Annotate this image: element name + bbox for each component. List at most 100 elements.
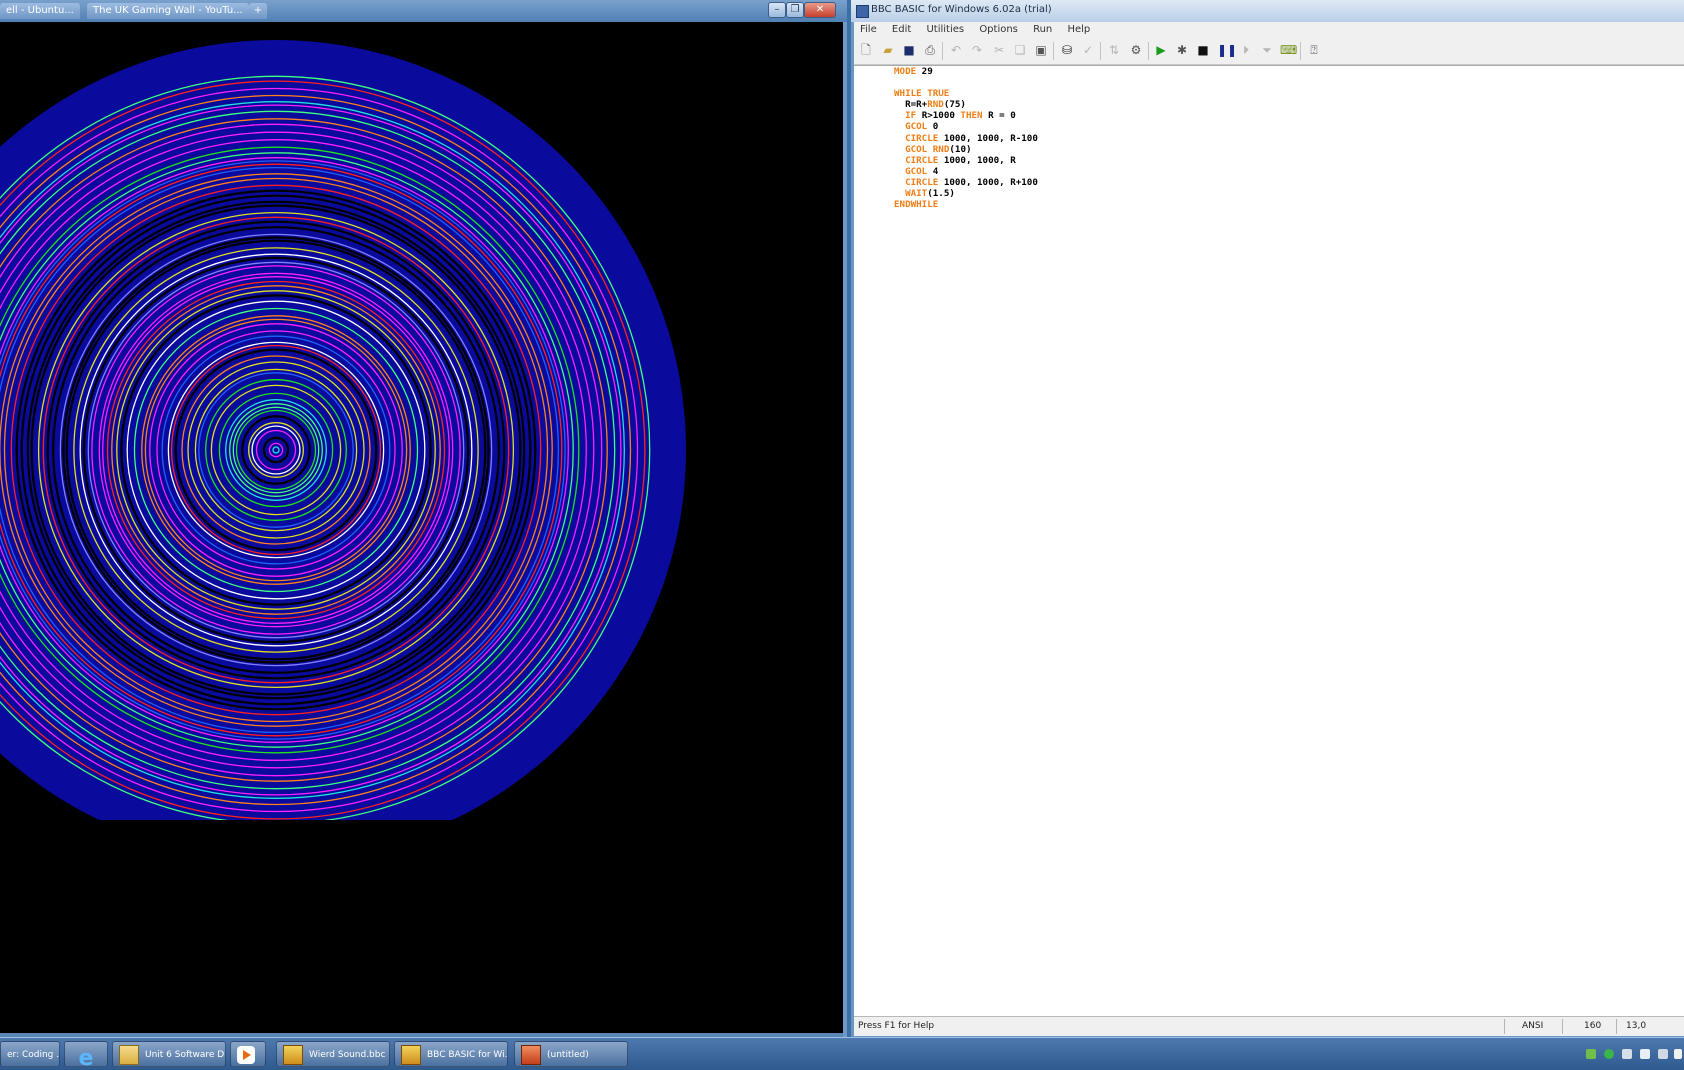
code-line[interactable]: WAIT(1.5)	[894, 188, 1038, 199]
bbc-basic-icon	[283, 1045, 303, 1065]
code-line[interactable]: IF R>1000 THEN R = 0	[894, 110, 1038, 121]
context-help-icon[interactable]: ⍰	[1306, 42, 1322, 58]
menu-help[interactable]: Help	[1061, 22, 1096, 35]
code-keyword: WHILE TRUE	[894, 88, 949, 99]
taskbar-button-bbc-basic[interactable]: BBC BASIC for Wi...	[394, 1041, 508, 1067]
menu-utilities[interactable]: Utilities	[920, 22, 970, 35]
toolbar-separator	[1053, 42, 1054, 60]
graphics-window-titlebar[interactable]: ell - Ubuntu...✕ The UK Gaming Wall - Yo…	[0, 0, 847, 22]
code-text: (1.5)	[927, 188, 955, 199]
code-line[interactable]: MODE 29	[894, 66, 1038, 77]
stop-icon[interactable]: ■	[1195, 42, 1211, 58]
renumber-icon[interactable]: ⇅	[1106, 42, 1122, 58]
taskbar: er: Coding ... e Unit 6 Software D... Wi…	[0, 1037, 1684, 1070]
code-keyword: ENDWHILE	[894, 199, 938, 210]
copy-icon[interactable]: ❏	[1012, 42, 1028, 58]
code-text: 4	[927, 166, 938, 177]
menu-options[interactable]: Options	[973, 22, 1024, 35]
taskbar-button-unit6-folder[interactable]: Unit 6 Software D...	[112, 1041, 226, 1067]
browser-tab-2[interactable]: The UK Gaming Wall - YouTu...	[87, 3, 249, 19]
status-help-text: Press F1 for Help	[858, 1021, 934, 1031]
shield-tray-icon[interactable]	[1640, 1049, 1650, 1059]
code-keyword: GCOL	[905, 121, 927, 132]
replace-icon[interactable]: ✓	[1080, 42, 1096, 58]
bbc-basic-window[interactable]: BBC BASIC for Windows 6.02a (trial) File…	[851, 0, 1684, 1037]
code-line[interactable]: GCOL RND(10)	[894, 144, 1038, 155]
menu-run[interactable]: Run	[1027, 22, 1058, 35]
new-file-icon[interactable]: 🗋	[858, 42, 874, 58]
minimize-icon[interactable]: –	[768, 2, 786, 18]
close-window-icon[interactable]: ✕	[804, 2, 836, 18]
browser-tab-1[interactable]: ell - Ubuntu...✕	[0, 3, 80, 19]
graphics-canvas[interactable]	[0, 22, 843, 1033]
code-line[interactable]: R=R+RND(75)	[894, 99, 1038, 110]
code-editor[interactable]: MODE 29 WHILE TRUE R=R+RND(75) IF R>1000 …	[854, 65, 1684, 1016]
restore-icon[interactable]: ❐	[786, 2, 804, 18]
menu-file[interactable]: File	[854, 22, 883, 35]
redo-icon[interactable]: ↷	[969, 42, 985, 58]
compile-gears-icon[interactable]: ⚙	[1128, 42, 1144, 58]
code-text: R = 0	[983, 110, 1016, 121]
ide-titlebar[interactable]: BBC BASIC for Windows 6.02a (trial)	[851, 0, 1684, 22]
taskbar-button-label: (untitled)	[547, 1050, 589, 1060]
find-binoculars-icon[interactable]: ⛁	[1059, 42, 1075, 58]
debug-bug-icon[interactable]: ✱	[1174, 42, 1190, 58]
print-icon[interactable]: ⎙	[922, 42, 938, 58]
step-icon[interactable]: ⏵	[1238, 42, 1254, 58]
code-line[interactable]	[894, 77, 1038, 88]
media-player-icon	[237, 1046, 255, 1064]
code-line[interactable]: CIRCLE 1000, 1000, R	[894, 155, 1038, 166]
program-listing[interactable]: MODE 29 WHILE TRUE R=R+RND(75) IF R>1000 …	[894, 66, 1038, 210]
status-separator	[1616, 1019, 1617, 1034]
step-into-icon[interactable]: ⏷	[1259, 42, 1275, 58]
network-tray-icon[interactable]	[1586, 1049, 1596, 1059]
menu-edit[interactable]: Edit	[886, 22, 917, 35]
pause-icon[interactable]: ❚❚	[1217, 42, 1233, 58]
code-text	[894, 177, 905, 188]
volume-tray-icon[interactable]	[1658, 1049, 1668, 1059]
taskbar-button-label: er: Coding ...	[7, 1050, 60, 1060]
code-keyword: MODE	[894, 66, 916, 77]
keyboard-icon[interactable]: ⌨	[1280, 42, 1296, 58]
code-text: 29	[916, 66, 933, 77]
code-text: (10)	[949, 144, 971, 155]
graphics-output-window[interactable]: ell - Ubuntu...✕ The UK Gaming Wall - Yo…	[0, 0, 847, 1037]
code-text: R>1000	[916, 110, 960, 121]
code-text	[894, 155, 905, 166]
toolbar: 🗋 ▰ ■ ⎙ ↶ ↷ ✂ ❏ ▣ ⛁ ✓ ⇅ ⚙ ▶ ✱ ■ ❚❚ ⏵ ⏷ ⌨…	[854, 38, 1684, 65]
code-text: 1000, 1000, R-100	[938, 133, 1038, 144]
status-separator	[1562, 1019, 1563, 1034]
undo-icon[interactable]: ↶	[948, 42, 964, 58]
code-text	[894, 188, 905, 199]
code-line[interactable]: WHILE TRUE	[894, 88, 1038, 99]
sync-tray-icon[interactable]	[1604, 1049, 1614, 1059]
run-play-icon[interactable]: ▶	[1153, 42, 1169, 58]
taskbar-button-label: Wierd Sound.bbc ...	[309, 1050, 390, 1060]
open-folder-icon[interactable]: ▰	[880, 42, 896, 58]
taskbar-button-label: Unit 6 Software D...	[145, 1050, 226, 1060]
code-keyword: GCOL	[905, 166, 927, 177]
taskbar-button-untitled[interactable]: (untitled)	[514, 1041, 628, 1067]
browser-tab-1-label: ell - Ubuntu...	[6, 5, 74, 16]
flag-tray-icon[interactable]	[1674, 1049, 1682, 1059]
circle-group	[0, 40, 686, 860]
paste-icon[interactable]: ▣	[1033, 42, 1049, 58]
code-line[interactable]: CIRCLE 1000, 1000, R+100	[894, 177, 1038, 188]
internet-explorer-icon: e	[77, 1046, 95, 1064]
code-keyword: GCOL	[905, 144, 927, 155]
menu-bar: File Edit Utilities Options Run Help	[854, 22, 1684, 38]
code-line[interactable]: CIRCLE 1000, 1000, R-100	[894, 133, 1038, 144]
code-line[interactable]: GCOL 0	[894, 121, 1038, 132]
taskbar-button-coding[interactable]: er: Coding ...	[0, 1041, 60, 1067]
code-line[interactable]: ENDWHILE	[894, 199, 1038, 210]
toolbar-separator	[1148, 42, 1149, 60]
concentric-circles-drawing	[0, 22, 843, 1033]
taskbar-button-wierd-sound[interactable]: Wierd Sound.bbc ...	[276, 1041, 390, 1067]
cut-icon[interactable]: ✂	[991, 42, 1007, 58]
new-tab-icon[interactable]: +	[249, 3, 267, 19]
taskbar-button-ie[interactable]: e	[64, 1041, 108, 1067]
taskbar-button-media[interactable]	[230, 1041, 266, 1067]
device-tray-icon[interactable]	[1622, 1049, 1632, 1059]
code-line[interactable]: GCOL 4	[894, 166, 1038, 177]
save-icon[interactable]: ■	[901, 42, 917, 58]
